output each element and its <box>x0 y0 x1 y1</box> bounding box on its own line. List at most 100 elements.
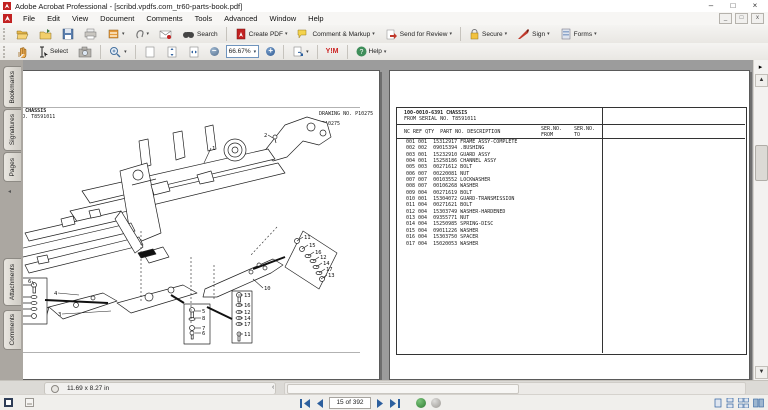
next-view-button[interactable] <box>431 398 441 408</box>
vertical-scrollbar[interactable]: ▲ ▼ <box>753 60 768 380</box>
restore-button[interactable]: □ <box>722 0 744 11</box>
organizer-button[interactable]: ▾ <box>103 26 129 42</box>
next-page-button[interactable] <box>376 399 384 408</box>
tab-signatures[interactable]: Signatures <box>3 109 21 151</box>
menu-tools[interactable]: Tools <box>189 12 219 25</box>
floppy-disk-icon <box>62 28 74 40</box>
tab-attachments[interactable]: Attachments <box>3 258 21 306</box>
zoom-out-button[interactable]: − <box>206 45 223 58</box>
navigation-pane-tabs: Bookmarks Signatures Pages Attachments C… <box>0 60 24 380</box>
zoom-in-button[interactable]: + <box>262 45 279 58</box>
child-minimize-button[interactable]: _ <box>719 13 732 24</box>
callout-leader-line <box>268 135 273 138</box>
tab-pages[interactable]: Pages <box>3 152 21 182</box>
forms-button[interactable]: Forms▾ <box>556 26 601 42</box>
page-display-button[interactable]: ▾ <box>288 44 313 60</box>
fit-width-button[interactable] <box>184 44 204 60</box>
menu-help[interactable]: Help <box>302 12 329 25</box>
child-restore-button[interactable]: □ <box>735 13 748 24</box>
page-layout-buttons <box>714 398 764 408</box>
how-to-pane-toggle[interactable]: ▸ <box>755 62 766 74</box>
send-for-review-button[interactable]: Send for Review▾ <box>381 26 456 42</box>
menu-view[interactable]: View <box>66 12 94 25</box>
sign-button[interactable]: Sign▾ <box>513 26 554 42</box>
comment-bubble-icon <box>297 28 310 40</box>
dropdown-arrow-icon: ▾ <box>450 31 453 37</box>
previous-view-button[interactable] <box>416 398 426 408</box>
scroll-down-icon[interactable]: ▼ <box>755 366 768 379</box>
facing-layout-button[interactable] <box>753 398 764 408</box>
ibeam-cursor-icon <box>38 46 48 58</box>
previous-page-button[interactable] <box>316 399 324 408</box>
view-toolbar: Select ▾ − 66.67%▾ + ▾ Y!M ?Help▾ <box>0 43 768 61</box>
dropdown-arrow-icon: ▾ <box>384 49 387 55</box>
callout-label: 6 <box>202 331 205 337</box>
open-button[interactable] <box>12 26 33 42</box>
help-button[interactable]: ?Help▾ <box>352 44 391 59</box>
acrobat-window: Adobe Acrobat Professional - [scribd.vpd… <box>0 0 768 410</box>
toolbar-grip[interactable] <box>3 28 8 40</box>
continuous-facing-layout-button[interactable] <box>738 398 749 408</box>
yahoo-search-button[interactable]: Y!M <box>322 46 343 57</box>
page-left-diagram: 100-0010-6391 CHASSIS FROM SERIAL NO. T8… <box>23 70 380 380</box>
dropdown-arrow-icon: ▾ <box>285 31 288 37</box>
menu-edit[interactable]: Edit <box>41 12 66 25</box>
menu-advanced[interactable]: Advanced <box>218 12 263 25</box>
search-button[interactable]: Search <box>178 26 222 42</box>
zoom-in-icon: + <box>266 47 275 56</box>
create-pdf-button[interactable]: Create PDF▾ <box>231 26 292 42</box>
pane-splitter-handle[interactable]: ◂ <box>8 188 11 195</box>
snapshot-tool-button[interactable] <box>74 44 96 60</box>
callout-label: 15 <box>309 243 316 249</box>
last-page-button[interactable] <box>389 399 400 408</box>
hand-tool-button[interactable] <box>12 44 32 60</box>
minimize-button[interactable]: – <box>700 0 722 11</box>
status-icon-left[interactable] <box>4 398 13 407</box>
status-icon-left2[interactable] <box>25 398 34 407</box>
continuous-layout-button[interactable] <box>726 398 734 408</box>
email-button[interactable] <box>155 26 176 42</box>
dropdown-arrow-icon: ▾ <box>547 31 550 37</box>
menu-comments[interactable]: Comments <box>140 12 188 25</box>
menu-file[interactable]: File <box>17 12 41 25</box>
lock-icon <box>469 28 480 40</box>
child-close-button[interactable]: x <box>751 13 764 24</box>
zoom-level-input[interactable]: 66.67%▾ <box>226 45 260 58</box>
scroll-up-icon[interactable]: ▲ <box>755 74 768 87</box>
dropdown-arrow-icon: ▾ <box>124 49 127 55</box>
send-review-icon <box>385 28 398 40</box>
menu-window[interactable]: Window <box>263 12 302 25</box>
dropdown-arrow-icon: ▾ <box>372 31 375 37</box>
vertical-scroll-thumb[interactable] <box>755 145 768 181</box>
single-page-layout-button[interactable] <box>714 398 722 408</box>
actual-size-button[interactable] <box>140 44 160 60</box>
comment-markup-button[interactable]: Comment & Markup▾ <box>293 26 378 42</box>
menu-document[interactable]: Document <box>94 12 140 25</box>
close-button[interactable]: × <box>744 0 766 11</box>
parts-rows: 001 001 15312917 FRAME ASSY-COMPLETE002 … <box>406 139 517 247</box>
dropdown-arrow-icon: ▾ <box>594 31 597 37</box>
first-page-button[interactable] <box>300 399 311 408</box>
dropdown-arrow-icon: ▾ <box>147 31 150 37</box>
callout-label: 13 <box>244 293 251 299</box>
hand-icon <box>16 46 28 58</box>
attach-button[interactable]: ▾ <box>131 26 154 42</box>
select-tool-button[interactable]: Select <box>34 44 72 60</box>
zoom-tool-button[interactable]: ▾ <box>105 44 131 60</box>
toolbar-separator <box>100 45 101 59</box>
save-button[interactable] <box>58 26 78 42</box>
form-icon <box>560 28 572 40</box>
save-copy-button[interactable] <box>35 26 56 42</box>
toolbar-grip[interactable] <box>3 46 8 58</box>
tab-comments[interactable]: Comments <box>3 310 21 350</box>
envelope-icon <box>159 28 172 40</box>
callout-label: 1 <box>212 146 215 152</box>
tab-bookmarks[interactable]: Bookmarks <box>3 66 21 108</box>
fit-page-button[interactable] <box>162 44 182 60</box>
secure-button[interactable]: Secure▾ <box>465 26 511 42</box>
page-number-input[interactable]: 15 of 392 <box>329 397 371 409</box>
folder-arrow-icon <box>39 28 52 40</box>
print-button[interactable] <box>80 26 101 42</box>
horizontal-scroll-thumb[interactable] <box>287 384 519 394</box>
hscroll-left-icon[interactable]: ‹ <box>272 384 274 391</box>
